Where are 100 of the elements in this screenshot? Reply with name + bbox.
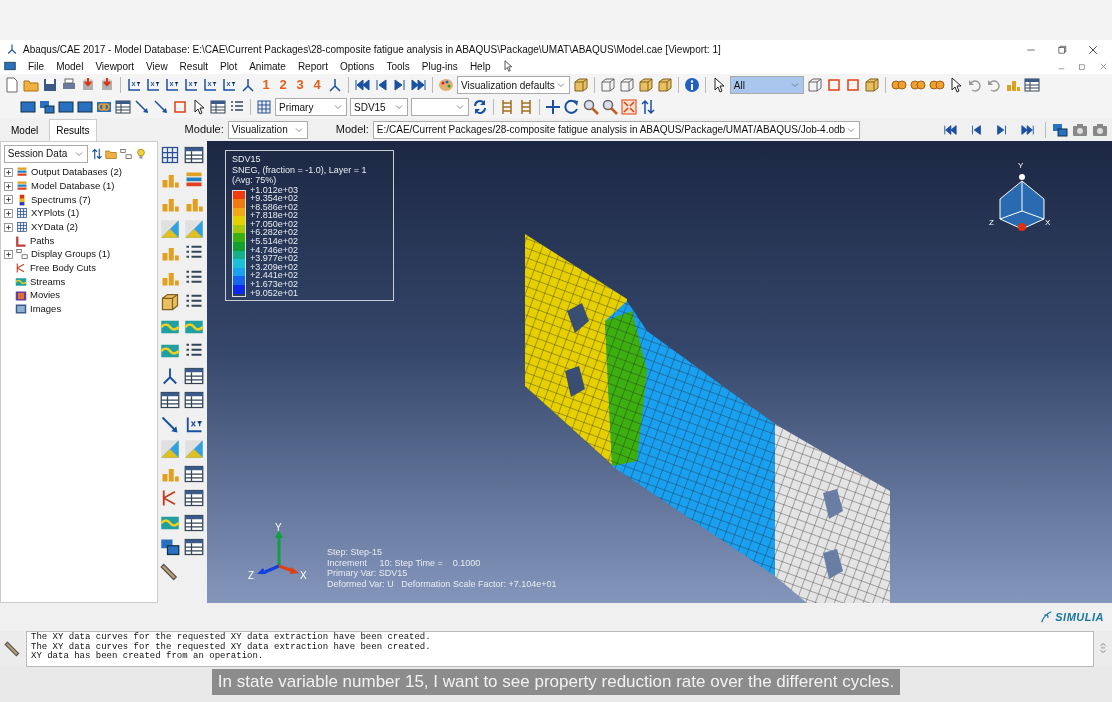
table-icon[interactable] bbox=[184, 145, 204, 165]
field-output-icon[interactable] bbox=[256, 99, 272, 115]
tree-item[interactable]: Images bbox=[30, 302, 62, 317]
wireframe-cube-icon[interactable] bbox=[806, 77, 823, 93]
save-icon[interactable] bbox=[42, 77, 58, 93]
first-frame-icon[interactable] bbox=[354, 77, 370, 93]
axes-icon[interactable] bbox=[164, 77, 180, 93]
wireframe-cube-icon[interactable] bbox=[599, 77, 616, 93]
line-arrow-icon[interactable] bbox=[153, 99, 169, 115]
ladder-icon[interactable] bbox=[518, 99, 534, 115]
next-frame-icon[interactable] bbox=[995, 122, 1009, 137]
table-icon[interactable] bbox=[160, 390, 180, 410]
render-style-select[interactable]: Visualization defaults bbox=[457, 76, 570, 94]
tile-icon[interactable] bbox=[58, 99, 74, 115]
import-icon[interactable] bbox=[80, 77, 96, 93]
pencil-icon[interactable] bbox=[160, 561, 180, 582]
expand-plus-icon[interactable] bbox=[4, 195, 13, 205]
palette-icon[interactable] bbox=[438, 77, 454, 93]
model-select[interactable]: E:/CAE/Current Packages/28-composite fatigue analysis in ABAQUS/Package/UMAT/ABAQUS/Job-4.odb bbox=[372, 120, 861, 139]
box-select-icon[interactable] bbox=[844, 77, 861, 93]
expand-plus-icon[interactable] bbox=[4, 222, 13, 232]
last-frame-icon[interactable] bbox=[411, 77, 427, 93]
box-select-icon[interactable] bbox=[825, 77, 842, 93]
undo-icon[interactable] bbox=[985, 77, 1002, 93]
axes-icon[interactable] bbox=[202, 77, 218, 93]
fit-view-icon[interactable] bbox=[621, 99, 637, 115]
menu-item[interactable]: Report bbox=[297, 58, 328, 74]
circles-icon[interactable] bbox=[909, 77, 926, 93]
camera-icon[interactable] bbox=[1092, 121, 1108, 138]
tree-item[interactable]: Display Groups (1) bbox=[31, 247, 111, 262]
lightbulb-icon[interactable] bbox=[134, 147, 147, 160]
panel-tab[interactable]: Results bbox=[49, 118, 97, 141]
selection-filter-select[interactable]: All bbox=[729, 76, 804, 94]
rotate-icon[interactable] bbox=[564, 99, 580, 115]
viewport-layout-icon[interactable] bbox=[1052, 121, 1068, 138]
triad-icon[interactable] bbox=[240, 77, 256, 93]
triad-icon[interactable] bbox=[327, 77, 343, 93]
tile-icon[interactable] bbox=[77, 99, 93, 115]
table-icon[interactable] bbox=[184, 488, 204, 508]
tree-item[interactable]: Paths bbox=[30, 233, 55, 248]
restore-icon[interactable] bbox=[1078, 61, 1087, 71]
table-icon[interactable] bbox=[115, 99, 131, 115]
panel-tab[interactable]: Model bbox=[4, 118, 46, 141]
folder-icon[interactable] bbox=[105, 147, 118, 160]
line-arrow-icon[interactable] bbox=[160, 414, 180, 435]
tree-item[interactable]: XYPlots (1) bbox=[31, 206, 80, 221]
table-icon[interactable] bbox=[184, 512, 204, 533]
tree-item[interactable]: XYData (2) bbox=[31, 219, 78, 235]
pan-icon[interactable] bbox=[545, 99, 561, 115]
axes-icon[interactable] bbox=[126, 77, 142, 93]
previous-frame-icon[interactable] bbox=[969, 122, 983, 137]
cube-icon[interactable] bbox=[656, 77, 673, 93]
menu-item[interactable]: Plug-ins bbox=[421, 58, 458, 74]
cube-icon[interactable] bbox=[572, 77, 589, 93]
context-help-icon[interactable] bbox=[502, 60, 515, 72]
menu-item[interactable]: Help bbox=[469, 58, 491, 74]
expand-plus-icon[interactable] bbox=[4, 208, 13, 218]
menu-item[interactable]: File bbox=[28, 58, 45, 74]
viewport-icon[interactable] bbox=[20, 99, 36, 115]
menu-item[interactable]: Model bbox=[56, 58, 84, 74]
axes-icon[interactable] bbox=[221, 77, 237, 93]
cascade-icon[interactable] bbox=[160, 537, 180, 557]
new-file-icon[interactable] bbox=[4, 77, 20, 93]
field-output-variable-select[interactable]: SDV15 bbox=[350, 98, 408, 116]
menu-item[interactable]: Tools bbox=[386, 58, 410, 74]
cube-icon[interactable] bbox=[863, 77, 880, 93]
tree-item[interactable]: Streams bbox=[30, 274, 66, 289]
axes-icon[interactable] bbox=[183, 77, 199, 93]
session-data-select[interactable]: Session Data bbox=[3, 144, 88, 163]
message-pencil-icon[interactable] bbox=[4, 640, 22, 658]
zoom-icon[interactable] bbox=[583, 99, 599, 115]
table-icon[interactable] bbox=[210, 99, 226, 115]
menu-item[interactable]: View bbox=[146, 58, 168, 74]
link-icon[interactable] bbox=[96, 99, 112, 115]
field-output-component-select[interactable] bbox=[411, 98, 469, 116]
camera-icon[interactable] bbox=[1072, 121, 1088, 138]
cascade-icon[interactable] bbox=[39, 99, 55, 115]
box-zoom-icon[interactable] bbox=[602, 99, 618, 115]
menu-item[interactable]: Animate bbox=[249, 58, 286, 74]
circles-icon[interactable] bbox=[928, 77, 945, 93]
cube-icon[interactable] bbox=[160, 292, 180, 312]
previous-frame-icon[interactable] bbox=[373, 77, 389, 93]
field-output-kind-select[interactable]: Primary bbox=[275, 98, 347, 116]
sync-icon[interactable] bbox=[472, 99, 488, 115]
circles-icon[interactable] bbox=[890, 77, 907, 93]
expand-plus-icon[interactable] bbox=[4, 167, 13, 177]
next-frame-icon[interactable] bbox=[392, 77, 408, 93]
line-arrow-icon[interactable] bbox=[134, 99, 150, 115]
expand-plus-icon[interactable] bbox=[4, 249, 13, 259]
tree-item[interactable]: Free Body Cuts bbox=[30, 261, 96, 276]
close-icon[interactable] bbox=[1099, 61, 1108, 71]
window-menu-icon[interactable] bbox=[4, 60, 16, 72]
last-frame-icon[interactable] bbox=[1021, 122, 1035, 137]
menu-item[interactable]: Plot bbox=[219, 58, 238, 74]
up-down-arrows-icon[interactable] bbox=[90, 147, 103, 160]
tree-item[interactable]: Spectrums (7) bbox=[31, 192, 91, 207]
expand-plus-icon[interactable] bbox=[4, 181, 13, 191]
cube-icon[interactable] bbox=[637, 77, 654, 93]
table-icon[interactable] bbox=[184, 463, 204, 484]
tree-item[interactable]: Model Database (1) bbox=[31, 178, 115, 194]
